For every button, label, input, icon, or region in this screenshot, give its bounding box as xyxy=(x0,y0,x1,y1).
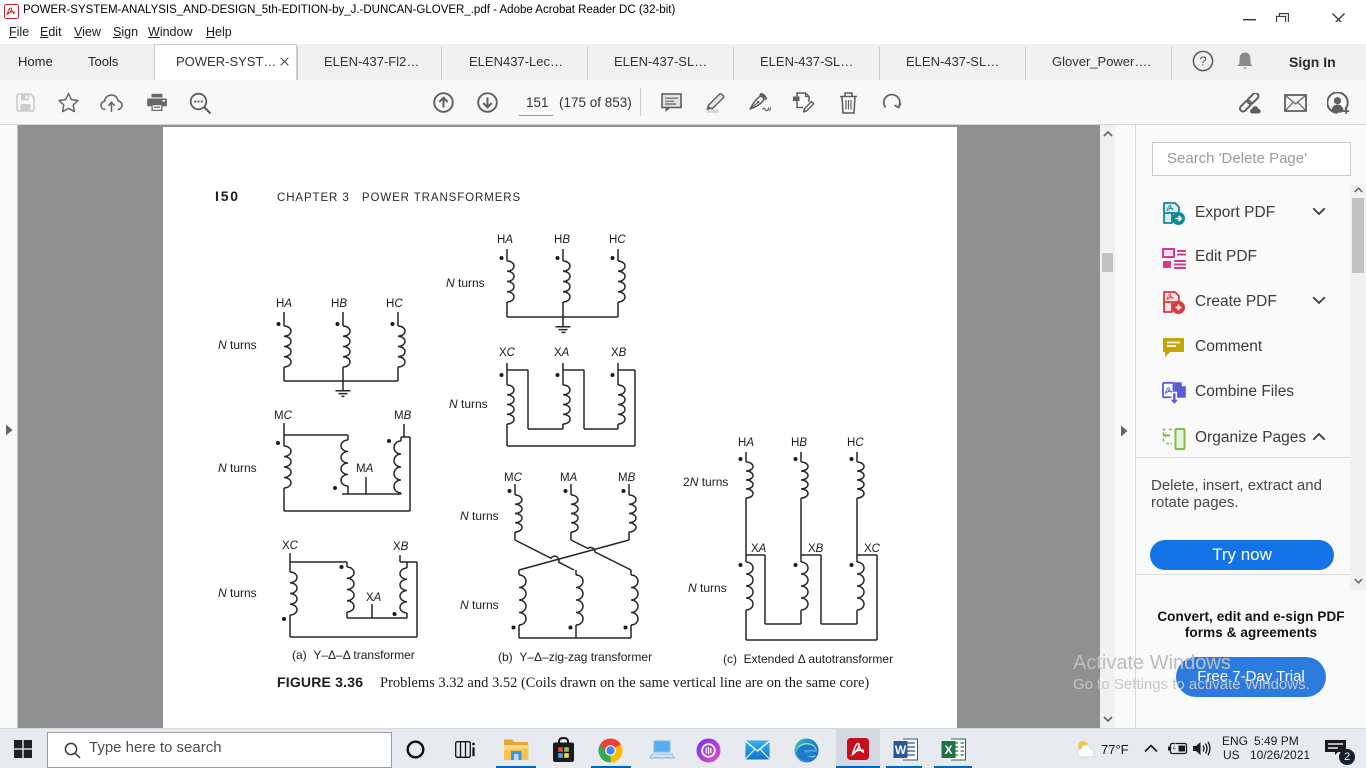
svg-text:HB: HB xyxy=(791,437,807,449)
svg-text:N turns: N turns xyxy=(218,586,257,600)
svg-text:XA: XA xyxy=(366,592,382,604)
svg-text:FIGURE 3.36: FIGURE 3.36 xyxy=(277,674,363,690)
svg-text:X: X xyxy=(944,743,952,757)
svg-text:(a) Y–Δ–Δ transformer: (a) Y–Δ–Δ transformer xyxy=(292,648,415,662)
svg-text:MB: MB xyxy=(394,410,412,422)
svg-text:(b) Y–Δ–zig-zag transformer: (b) Y–Δ–zig-zag transformer xyxy=(498,650,652,664)
svg-text:N turns: N turns xyxy=(460,509,499,523)
svg-text:W: W xyxy=(895,743,907,757)
svg-text:HC: HC xyxy=(386,298,403,310)
svg-text:MC: MC xyxy=(504,472,523,484)
svg-text:N turns: N turns xyxy=(460,598,499,612)
svg-text:N turns: N turns xyxy=(446,276,485,290)
svg-text:XB: XB xyxy=(393,541,409,553)
svg-text:HC: HC xyxy=(609,234,626,246)
svg-text:MB: MB xyxy=(618,472,636,484)
svg-text:2N turns: 2N turns xyxy=(683,475,728,489)
svg-text:?: ? xyxy=(1199,54,1206,69)
svg-text:MA: MA xyxy=(356,463,374,475)
svg-text:HC: HC xyxy=(847,437,864,449)
svg-text:XB: XB xyxy=(611,347,627,359)
svg-text:N turns: N turns xyxy=(688,581,727,595)
svg-text:N turns: N turns xyxy=(449,397,488,411)
svg-text:Problems 3.32 and 3.52 (Coils: Problems 3.32 and 3.52 (Coils drawn on t… xyxy=(380,675,869,691)
svg-text:HA: HA xyxy=(276,298,292,310)
svg-text:CHAPTER 3 POWER TRANSFORMERS: CHAPTER 3 POWER TRANSFORMERS xyxy=(277,192,521,204)
svg-text:(c) Extended Δ autotransforme: (c) Extended Δ autotransformer xyxy=(723,652,893,666)
svg-text:HA: HA xyxy=(738,437,754,449)
svg-text:HB: HB xyxy=(554,234,570,246)
svg-text:N turns: N turns xyxy=(218,461,257,475)
svg-text:I50: I50 xyxy=(215,188,240,204)
svg-text:XB: XB xyxy=(808,543,824,555)
svg-text:XA: XA xyxy=(554,347,570,359)
svg-text:HB: HB xyxy=(331,298,347,310)
svg-text:XC: XC xyxy=(864,543,881,555)
svg-text:N turns: N turns xyxy=(218,338,257,352)
svg-text:HA: HA xyxy=(497,234,513,246)
svg-text:XA: XA xyxy=(751,543,767,555)
svg-text:XC: XC xyxy=(499,347,516,359)
svg-text:MA: MA xyxy=(560,472,578,484)
svg-text:MC: MC xyxy=(274,410,293,422)
svg-text:XC: XC xyxy=(282,540,299,552)
